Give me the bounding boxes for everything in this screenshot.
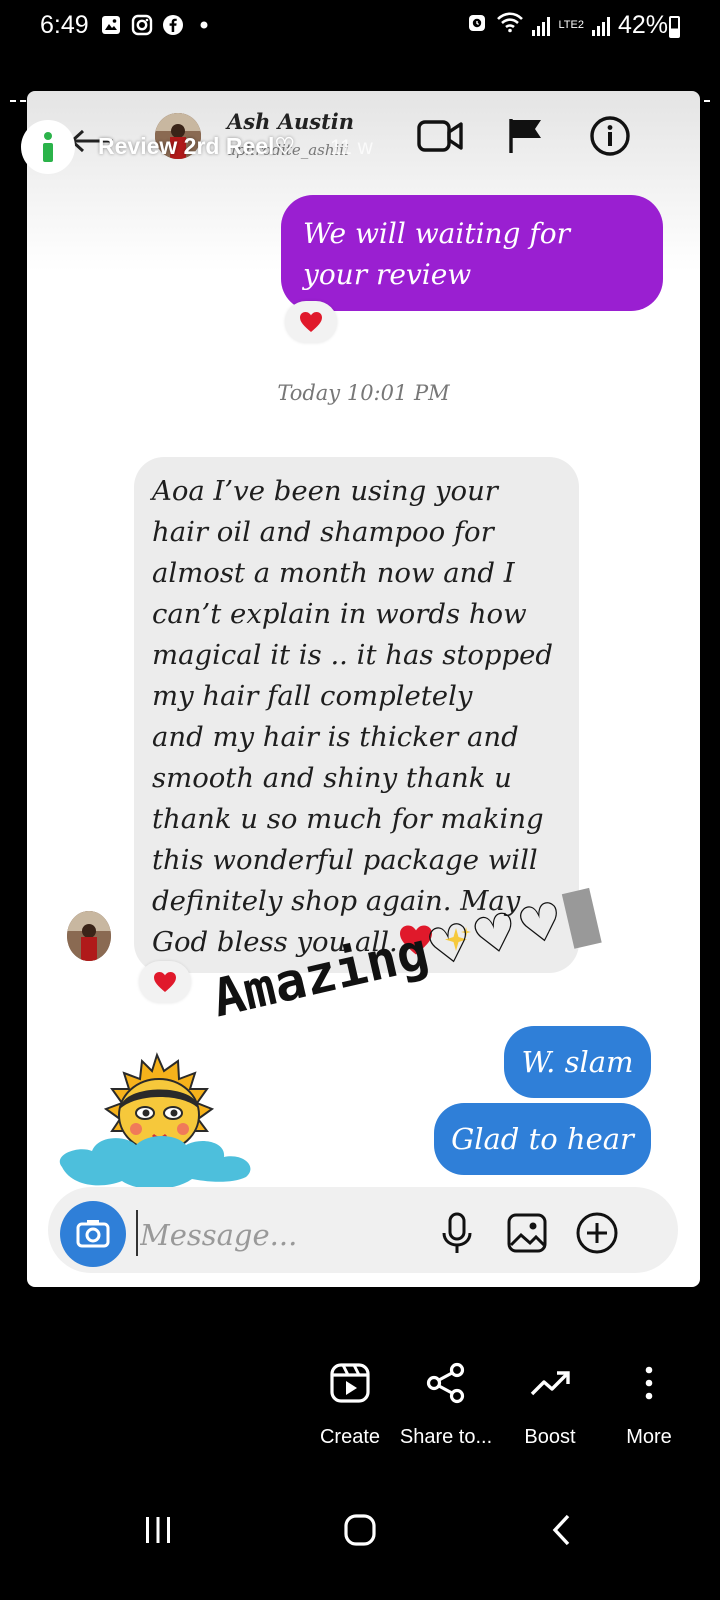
boost-label: Boost bbox=[524, 1426, 576, 1448]
chat-timestamp: Today 10:01 PM bbox=[277, 381, 450, 405]
add-icon[interactable] bbox=[573, 1209, 621, 1257]
dm-screenshot: Ash Austin aphrodite_ashiii We will wait… bbox=[27, 91, 700, 1287]
more-action[interactable]: More bbox=[599, 1358, 699, 1449]
heart-reaction bbox=[285, 301, 337, 343]
signal-icon-2 bbox=[591, 16, 610, 36]
gallery-notification-icon bbox=[100, 14, 122, 36]
message-line: and my hair is thicker and bbox=[152, 721, 519, 753]
recent-apps-icon bbox=[146, 1517, 170, 1543]
chat-username: Ash Austin bbox=[227, 109, 355, 134]
outgoing-message-blue: W. slam bbox=[504, 1026, 651, 1098]
microphone-icon[interactable] bbox=[433, 1209, 481, 1257]
sun-cloud-sticker bbox=[52, 1049, 262, 1203]
more-vertical-icon bbox=[599, 1358, 699, 1408]
incoming-message: Aoa I’ve been using your hair oil and sh… bbox=[134, 457, 579, 973]
camera-button[interactable] bbox=[60, 1201, 126, 1267]
story-age: 11 w bbox=[330, 136, 373, 159]
battery-icon bbox=[669, 16, 680, 38]
more-label: More bbox=[626, 1426, 672, 1448]
create-label: Create bbox=[319, 1426, 381, 1448]
message-line: this wonderful package will bbox=[152, 844, 538, 876]
back-button[interactable] bbox=[532, 1505, 592, 1555]
video-call-icon bbox=[417, 115, 465, 157]
wifi-icon bbox=[496, 11, 524, 40]
dot-indicator-icon bbox=[193, 14, 215, 36]
recent-apps-button[interactable] bbox=[128, 1505, 188, 1555]
trending-up-icon bbox=[500, 1358, 600, 1408]
message-line: almost a month now and I bbox=[152, 557, 515, 589]
share-label: Share to... bbox=[399, 1426, 493, 1448]
share-action[interactable]: Share to... bbox=[396, 1358, 496, 1449]
create-action[interactable]: Create bbox=[300, 1358, 400, 1449]
home-button[interactable] bbox=[330, 1505, 390, 1555]
info-icon bbox=[586, 115, 634, 157]
heart-icon bbox=[154, 972, 176, 992]
story-title: Review 2rd Reel♡ bbox=[98, 133, 296, 159]
facebook-notification-icon bbox=[162, 14, 184, 36]
battery-percent: 42% bbox=[617, 11, 668, 39]
outgoing-message-purple: We will waiting for your review bbox=[281, 195, 663, 311]
message-line: can’t explain in words how bbox=[152, 598, 527, 630]
story-avatar[interactable] bbox=[21, 120, 75, 174]
camera-icon bbox=[76, 1220, 110, 1248]
message-line: magical it is .. it has stopped bbox=[152, 639, 554, 671]
reels-icon bbox=[300, 1358, 400, 1408]
signal-icon bbox=[532, 16, 551, 36]
message-line: hair oil and shampoo for bbox=[152, 516, 494, 548]
sender-avatar bbox=[67, 911, 111, 961]
instagram-notification-icon bbox=[131, 14, 153, 36]
message-input[interactable] bbox=[138, 1211, 412, 1259]
message-line: Aoa I’ve been using your bbox=[152, 475, 498, 507]
message-line: my hair fall completely bbox=[152, 680, 473, 712]
gallery-icon[interactable] bbox=[503, 1209, 551, 1257]
heart-reaction-incoming bbox=[139, 961, 191, 1003]
share-icon bbox=[396, 1358, 496, 1408]
info-letter-icon bbox=[43, 132, 53, 162]
status-bar: 6:49 LTE2 42% bbox=[0, 0, 720, 56]
outgoing-message-blue: Glad to hear bbox=[434, 1103, 651, 1175]
home-icon bbox=[344, 1514, 376, 1546]
boost-action[interactable]: Boost bbox=[500, 1358, 600, 1449]
volte-icon: LTE2 bbox=[558, 19, 584, 31]
alarm-icon bbox=[466, 11, 488, 40]
heart-icon bbox=[300, 312, 322, 332]
back-icon bbox=[552, 1514, 570, 1546]
status-time: 6:49 bbox=[40, 11, 89, 39]
report-flag-icon bbox=[503, 115, 551, 157]
message-line: smooth and shiny thank u bbox=[152, 762, 512, 794]
message-line: thank u so much for making bbox=[152, 803, 544, 835]
